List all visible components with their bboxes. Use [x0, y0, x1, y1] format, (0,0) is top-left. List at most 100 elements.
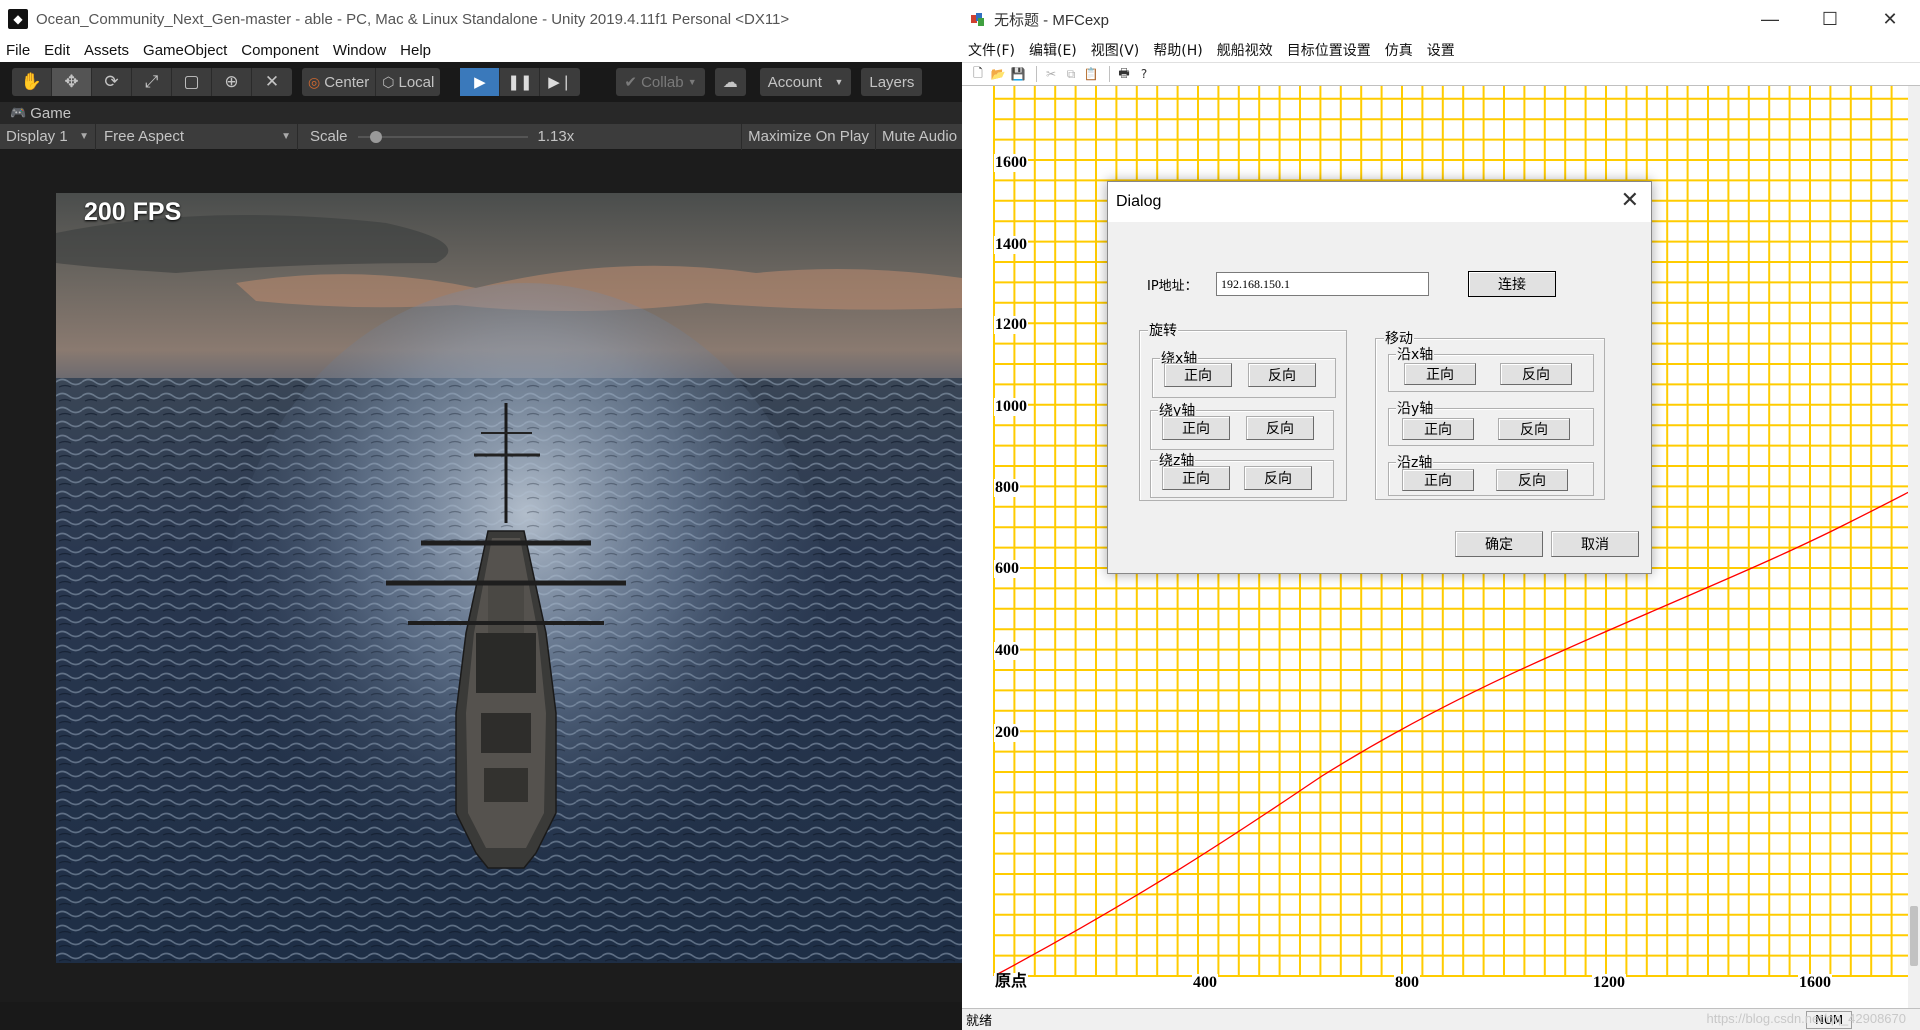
cut-icon[interactable]: ✂ [1043, 66, 1059, 82]
pivot-group: ◎ Center ⬡ Local [302, 68, 441, 96]
mov-z-reverse-button[interactable]: 反向 [1496, 469, 1568, 491]
menu-window[interactable]: Window [333, 42, 386, 59]
y-tick-800: 800 [994, 479, 1020, 497]
rotate-tool-icon[interactable]: ⟳ [92, 68, 132, 96]
mov-x-forward-button[interactable]: 正向 [1404, 363, 1476, 385]
menu-help[interactable]: Help [400, 42, 431, 59]
dialog-titlebar: Dialog [1108, 182, 1651, 222]
vertical-scrollbar[interactable] [1908, 86, 1920, 1008]
menu-ship-view[interactable]: 舰船视效 [1217, 40, 1273, 60]
mov-z-forward-button[interactable]: 正向 [1402, 469, 1474, 491]
scale-label: Scale [310, 128, 348, 145]
account-label: Account [767, 73, 822, 91]
scale-slider[interactable] [357, 124, 528, 150]
ip-address-value: 192.168.150.1 [1221, 276, 1290, 291]
mov-y-forward-button[interactable]: 正向 [1402, 418, 1474, 440]
maximize-on-play-toggle[interactable]: Maximize On Play [741, 123, 876, 150]
slider-track [357, 135, 528, 138]
y-tick-1400: 1400 [994, 236, 1028, 254]
watermark: https://blog.csdn.net/qq_42908670 [1706, 1011, 1907, 1026]
menu-settings[interactable]: 设置 [1427, 40, 1455, 60]
cancel-button[interactable]: 取消 [1551, 531, 1639, 557]
menu-gameobject[interactable]: GameObject [143, 42, 227, 59]
menu-file[interactable]: File [6, 42, 30, 59]
y-tick-600: 600 [994, 560, 1020, 578]
rot-x-reverse-button[interactable]: 反向 [1248, 363, 1316, 387]
unity-logo-icon: ◆ [8, 9, 28, 29]
menu-target-position[interactable]: 目标位置设置 [1287, 40, 1371, 60]
mov-x-reverse-button[interactable]: 反向 [1500, 363, 1572, 385]
close-icon[interactable]: ✕ [1860, 0, 1920, 38]
status-text: 就绪 [966, 1014, 993, 1029]
menu-assets[interactable]: Assets [84, 42, 129, 59]
scale-tool-icon[interactable]: ⤢ [132, 68, 172, 96]
transform-tool-icon[interactable]: ⊕ [212, 68, 252, 96]
rot-z-reverse-button[interactable]: 反向 [1244, 466, 1312, 490]
new-file-icon[interactable]: 🗋 [970, 66, 986, 82]
forward-label: 正向 [1182, 421, 1210, 437]
chevron-down-icon: ▼ [281, 131, 291, 142]
pivot-local-button[interactable]: ⬡ Local [376, 68, 440, 96]
menu-component[interactable]: Component [241, 42, 319, 59]
menu-simulation[interactable]: 仿真 [1385, 40, 1413, 60]
minimize-icon[interactable]: — [1740, 0, 1800, 38]
print-icon[interactable]: 🖶 [1116, 66, 1132, 82]
game-viewport[interactable]: 200 FPS [56, 193, 962, 963]
copy-icon[interactable]: ⧉ [1063, 66, 1079, 82]
unity-menubar: File Edit Assets GameObject Component Wi… [0, 38, 962, 62]
mfc-app-icon [970, 11, 986, 27]
account-dropdown[interactable]: Account ▼ [759, 68, 852, 96]
move-tool-icon[interactable]: ✥ [52, 68, 92, 96]
layers-label: Layers [869, 73, 915, 91]
ok-button[interactable]: 确定 [1455, 531, 1543, 557]
menu-edit[interactable]: Edit [44, 42, 70, 59]
custom-tool-icon[interactable]: ✕ [252, 68, 292, 96]
connect-button[interactable]: 连接 [1468, 271, 1556, 297]
y-tick-400: 400 [994, 642, 1020, 660]
pivot-center-button[interactable]: ◎ Center [302, 68, 377, 96]
y-tick-1000: 1000 [994, 398, 1028, 416]
menu-view[interactable]: 视图(V) [1091, 40, 1140, 60]
rot-y-forward-button[interactable]: 正向 [1162, 416, 1230, 440]
scrollbar-thumb[interactable] [1910, 906, 1918, 966]
display-dropdown[interactable]: Display 1 ▼ [0, 123, 96, 150]
y-tick-200: 200 [994, 724, 1020, 742]
rect-tool-icon[interactable]: ▢ [172, 68, 212, 96]
paste-icon[interactable]: 📋 [1083, 66, 1099, 82]
slider-knob[interactable] [369, 130, 382, 143]
rot-y-reverse-button[interactable]: 反向 [1246, 416, 1314, 440]
collab-button[interactable]: ✔ Collab ▼ [616, 68, 705, 96]
hand-tool-icon[interactable]: ✋ [12, 68, 52, 96]
menu-file[interactable]: 文件(F) [968, 40, 1015, 60]
unity-toolbar: ✋ ✥ ⟳ ⤢ ▢ ⊕ ✕ ◎ Center ⬡ Local ▶ ❚❚ ▶❘ ✔ C… [0, 62, 962, 102]
gamepad-icon: 🎮 [10, 105, 27, 120]
step-icon[interactable]: ▶❘ [540, 68, 580, 96]
cloud-button[interactable]: ☁ [714, 68, 746, 96]
help-icon[interactable]: ? [1136, 66, 1152, 82]
pivot-center-label: Center [324, 73, 370, 91]
reverse-label: 反向 [1264, 471, 1292, 487]
maximize-icon[interactable]: ☐ [1800, 0, 1860, 38]
ok-label: 确定 [1485, 537, 1513, 553]
aspect-dropdown[interactable]: Free Aspect ▼ [96, 123, 298, 150]
ip-address-input[interactable]: 192.168.150.1 [1216, 272, 1429, 296]
rot-z-forward-button[interactable]: 正向 [1162, 466, 1230, 490]
pause-icon[interactable]: ❚❚ [500, 68, 541, 96]
toolbar-separator [1109, 66, 1110, 82]
menu-help[interactable]: 帮助(H) [1153, 40, 1202, 60]
game-tab[interactable]: 🎮 Game [0, 102, 962, 124]
play-icon[interactable]: ▶ [460, 68, 501, 96]
unity-window-title: Ocean_Community_Next_Gen-master - able -… [36, 10, 790, 28]
menu-edit[interactable]: 编辑(E) [1029, 40, 1077, 60]
rot-x-forward-button[interactable]: 正向 [1164, 363, 1232, 387]
open-folder-icon[interactable]: 📂 [990, 66, 1006, 82]
status-bar: 就绪 NUM https://blog.csdn.net/qq_42908670 [962, 1008, 1920, 1030]
mute-audio-toggle[interactable]: Mute Audio [876, 124, 962, 150]
mov-y-reverse-button[interactable]: 反向 [1498, 418, 1570, 440]
close-icon[interactable]: ✕ [1621, 188, 1639, 213]
y-tick-1600: 1600 [994, 154, 1028, 172]
layers-dropdown[interactable]: Layers [861, 68, 923, 96]
save-icon[interactable]: 💾 [1010, 66, 1026, 82]
toolbar-separator [1036, 66, 1037, 82]
mov-z-label: 沿z轴 [1396, 455, 1434, 471]
